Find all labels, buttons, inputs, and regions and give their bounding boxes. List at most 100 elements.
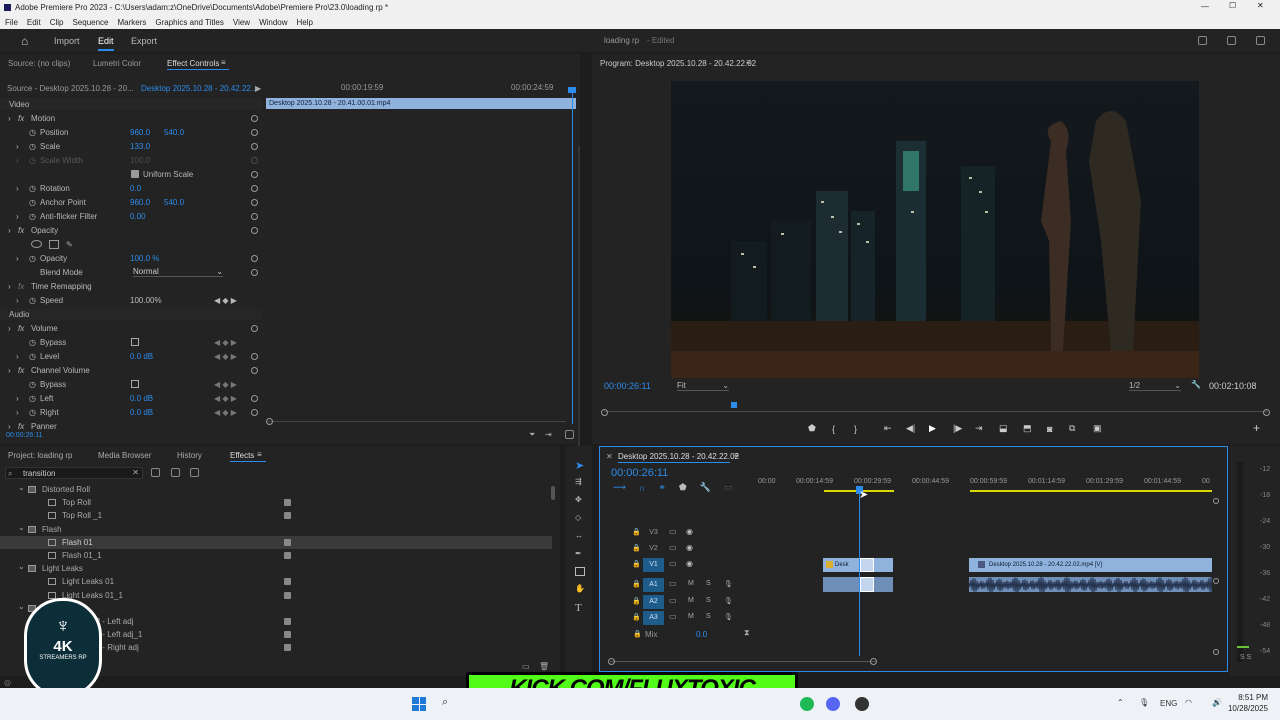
vr-icon[interactable]: ▣ [1093,423,1113,434]
ec-zoom-handle[interactable] [266,418,273,425]
video-clip-large[interactable]: Desktop 2025.10.28 - 20.42.22.02.mp4 [V] [969,558,1212,572]
timeline-timecode[interactable]: 00:00:26:11 [611,467,668,479]
transition-marker[interactable] [860,558,874,572]
taskbar-search-icon[interactable]: ⌕ [442,696,448,709]
video-clip-small[interactable]: Desk [823,558,893,572]
lift-icon[interactable]: ⬓ [999,423,1023,434]
mix-value[interactable]: 0.0 [696,630,707,639]
discord-icon[interactable] [826,697,840,711]
expand-chevron-icon[interactable]: ⌄ [18,483,25,494]
extract-icon[interactable]: ⬒ [1023,423,1047,434]
voiceover-icon[interactable]: 🎙 [724,597,733,605]
menu-view[interactable]: View [233,18,250,27]
wrench-icon[interactable]: 🔧 [1191,380,1201,389]
ec-settings-icon[interactable] [565,430,574,439]
program-video-frame[interactable] [671,81,1199,378]
menu-graphics[interactable]: Graphics and Titles [155,18,223,27]
hand-tool-icon[interactable]: ✋ [575,584,587,596]
menu-file[interactable]: File [5,18,18,27]
audio-transition-marker[interactable] [860,577,874,592]
motion-row[interactable]: › fx Motion [0,111,262,125]
yuv-filter-icon[interactable] [190,468,199,477]
mark-in-icon[interactable]: { [832,424,854,434]
uniform-scale-row[interactable]: Uniform Scale [0,167,262,181]
eye-icon[interactable]: ◉ [686,559,693,568]
antiflicker-row[interactable]: › ◷ Anti-flicker Filter 0.00 [0,209,262,223]
ec-vscroll[interactable] [578,146,580,446]
compare-icon[interactable]: ⧉ [1069,423,1093,434]
microphone-icon[interactable]: 🎙 [1139,698,1149,707]
opacity-group-row[interactable]: › fx Opacity [0,223,262,237]
tab-history[interactable]: History [177,451,202,460]
ec-timecode[interactable]: 00:00:26:11 [6,432,42,439]
go-to-out-icon[interactable]: ⇥ [975,423,999,434]
type-tool-icon[interactable]: T [575,602,587,614]
close-sequence-icon[interactable]: ✕ [606,452,613,461]
sync-lock-icon[interactable]: ▭ [669,527,677,536]
timeline-vzoom-bottom[interactable] [1213,649,1219,655]
expand-chevron-icon[interactable]: ⌄ [18,521,25,534]
program-scrub-bar[interactable] [604,402,1268,412]
track-lock-icon[interactable]: 🔒 [632,560,641,568]
speed-row[interactable]: › ◷ Speed 100.00% ◀ ◆ ▶ [0,293,262,307]
eye-icon[interactable]: ◉ [686,543,693,552]
audio-clip-large[interactable] [968,576,1213,594]
linked-selection-icon[interactable]: ⚭ [658,482,666,493]
solo-toggle[interactable]: S [706,613,711,620]
sequence-tab[interactable]: Desktop 2025.10.28 - 20.42.22.02 [618,452,739,461]
ellipse-mask-icon[interactable] [31,240,42,248]
minimize-icon[interactable]: — [1201,2,1209,11]
track-label[interactable]: V2 [643,542,664,556]
snap-icon[interactable]: ∩ [639,483,645,493]
expand-chevron-icon[interactable]: ⌄ [18,560,25,573]
voiceover-icon[interactable]: 🎙 [724,580,733,588]
menu-clip[interactable]: Clip [50,18,64,27]
effects-preset-item[interactable]: Flash 01_1 [0,549,552,562]
ec-playhead[interactable] [572,90,573,424]
tab-media-browser[interactable]: Media Browser [98,451,151,460]
language-indicator[interactable]: ENG [1160,699,1177,708]
sync-lock-icon[interactable]: ▭ [669,559,677,568]
rotation-row[interactable]: › ◷ Rotation 0.0 [0,181,262,195]
timeline-hzoom-right[interactable] [870,658,877,665]
volume-row[interactable]: › fx Volume [0,321,262,335]
timeline-ruler[interactable]: 00:00 00:00:14:59 00:00:29:59 00:00:44:59 00… [758,475,1218,495]
menu-help[interactable]: Help [297,18,313,27]
channel-volume-row[interactable]: › fx Channel Volume [0,363,262,377]
mute-toggle[interactable]: M [688,613,694,620]
razor-tool-icon[interactable]: ◇ [575,513,587,525]
program-zoom-left[interactable] [601,409,608,416]
effects-folder-item[interactable]: ⌄ Flash [0,523,552,536]
tab-export[interactable]: Export [131,36,157,46]
track-label[interactable]: A2 [643,595,664,609]
left-row[interactable]: › ◷ Left 0.0 dB ◀ ◆ ▶ [0,391,262,405]
tab-effects[interactable]: Effects [230,451,254,460]
sync-lock-icon[interactable]: ▭ [669,612,677,621]
track-select-icon[interactable]: ⇶ [575,477,587,489]
maximize-icon[interactable]: ☐ [1229,1,1236,10]
program-menu-icon[interactable]: ≡ [746,58,751,67]
clear-search-icon[interactable]: ✕ [132,468,139,477]
effects-preset-item[interactable]: Top Roll _1 [0,509,552,522]
solo-toggle[interactable]: S [706,580,711,587]
fit-select[interactable]: Fit ⌄ [677,381,729,391]
rectangle-tool-icon[interactable] [575,567,585,576]
menu-markers[interactable]: Markers [118,18,147,27]
meter-solo[interactable]: S S [1240,654,1251,661]
track-lock-icon[interactable]: 🔒 [632,528,641,536]
ec-scrollbar[interactable] [266,421,566,422]
bypass-row[interactable]: ◷ Bypass ◀ ◆ ▶ [0,335,262,349]
pen-tool-icon[interactable]: ✒ [575,549,587,561]
clock-date[interactable]: 10/28/2025 [1224,704,1268,713]
nest-icon[interactable]: ⟿ [613,482,626,493]
ec-clip-bar[interactable]: Desktop 2025.10.28 - 20.41.00.01.mp4 [266,98,576,109]
effects-scrollbar[interactable] [551,486,555,500]
bypass2-row[interactable]: ◷ Bypass ◀ ◆ ▶ [0,377,262,391]
panel-menu-icon[interactable]: ≡ [221,58,226,67]
ripple-edit-icon[interactable]: ✥ [575,495,587,507]
32bit-filter-icon[interactable] [171,468,180,477]
play-only-icon[interactable]: ▶ [255,84,261,93]
program-timecode[interactable]: 00:00:26:11 [604,381,651,391]
spotify-icon[interactable] [800,697,814,711]
effects-preset-item[interactable]: Flash 01 [0,535,552,549]
